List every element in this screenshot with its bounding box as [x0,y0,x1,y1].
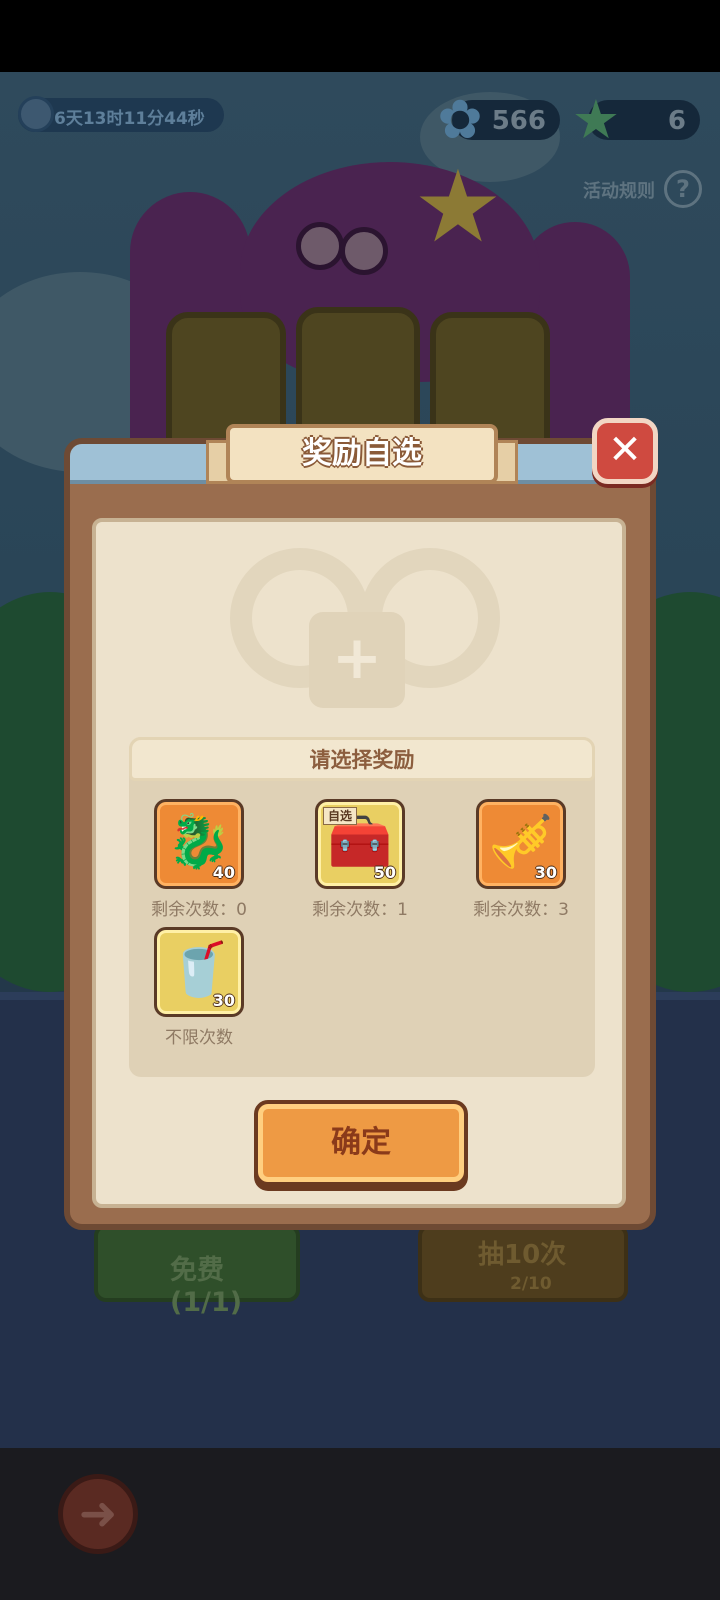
currency-starfish: ★ 6 [572,90,700,150]
timer-text: 6天13时11分44秒 [54,109,205,129]
status-bar [0,0,720,72]
currency-flower-value: 566 [491,106,546,136]
panel-header: 请选择奖励 [129,737,595,781]
confirm-label: 确定 [331,1125,391,1160]
green-starfish-icon: ★ [571,88,621,151]
event-timer: 6天13时11分44秒 [18,96,224,132]
starfish-icon: ★ [413,148,503,265]
reward-option-drink[interactable]: 🥤 30 [154,927,244,1017]
currency-starfish-value: 6 [667,106,686,136]
reward-option-golden-horn[interactable]: 🎺 30 [476,799,566,889]
confirm-button[interactable]: 确定 [254,1100,468,1186]
reward-remaining: 剩余次数：0 [151,900,247,920]
reward-remaining: 剩余次数：3 [473,900,569,920]
octopus-eye [340,227,388,275]
reward-remaining: 不限次数 [165,1028,233,1048]
help-icon[interactable]: ? [664,170,702,208]
reward-remaining: 剩余次数：1 [312,900,408,920]
free-draw-label: 免费(1/1) [170,1255,243,1318]
close-icon[interactable]: ✕ [592,418,658,484]
dialog-title-banner: 奖励自选 [226,424,498,484]
rules-link[interactable]: 活动规则 [583,177,655,203]
reward-count: 30 [534,863,557,882]
reward-option-chest[interactable]: 🧰 自选 50 [315,799,405,889]
stopwatch-icon [18,96,54,132]
dialog-title: 奖励自选 [302,436,422,471]
reward-option-dragon[interactable]: 🐉 40 [154,799,244,889]
panel-title: 请选择奖励 [309,748,415,772]
self-select-tag: 自选 [323,807,357,825]
reward-count: 40 [212,863,235,882]
octopus-eye [296,222,344,270]
draw-ten-cost: 2/10 [510,1274,552,1294]
selected-reward-slot[interactable]: + [309,612,405,708]
reward-count: 30 [212,991,235,1010]
reward-count: 50 [373,863,396,882]
currency-flower[interactable]: ✿ 566 [437,90,560,150]
draw-ten-button: 抽10次 2/10 [418,1224,628,1302]
draw-ten-label: 抽10次 [478,1240,567,1270]
blue-flower-plus-icon: ✿ [437,88,483,151]
free-draw-button: 免费(1/1) [94,1224,300,1318]
back-arrow-icon: ➜ [58,1474,138,1554]
